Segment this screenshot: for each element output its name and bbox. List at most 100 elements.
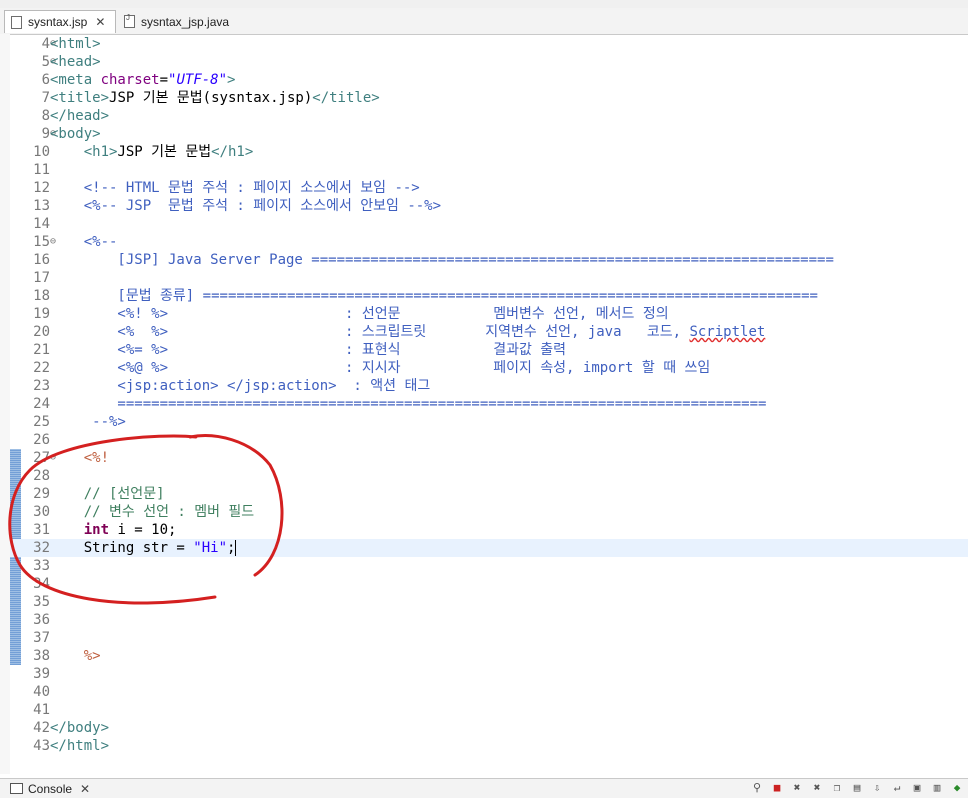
code-line[interactable]: 11 (10, 161, 968, 179)
code-text: <%-- (50, 233, 118, 251)
copy-icon[interactable]: ❐ (830, 781, 844, 795)
code-token: JSP 기본 문법 (117, 144, 212, 160)
code-editor[interactable]: 4 ⊖ <html> 5 ⊖ <head> 6 <meta charset="UTF-8"> 7… (10, 35, 968, 770)
code-line[interactable]: 22 <%@ %> : 지시자 페이지 속성, import 할 때 쓰임 (10, 359, 968, 377)
word-wrap-icon[interactable]: ↵ (890, 781, 904, 795)
code-line[interactable]: 24 =====================================… (10, 395, 968, 413)
code-token: int (83, 522, 110, 538)
code-line[interactable]: 16 [JSP] Java Server Page ==============… (10, 251, 968, 269)
code-line[interactable]: 7 <title>JSP 기본 문법(sysntax.jsp)</title> (10, 89, 968, 107)
show-console-icon[interactable]: ▣ (910, 781, 924, 795)
code-line[interactable]: 14 (10, 215, 968, 233)
code-line[interactable]: 10 <h1>JSP 기본 문법</h1> (10, 143, 968, 161)
code-text: <jsp:action> </jsp:action> : 액션 태그 (50, 377, 430, 395)
tab-sysntax-jsp[interactable]: sysntax.jsp ✕ (4, 10, 116, 33)
code-line[interactable]: 33 (10, 557, 968, 575)
code-line[interactable]: 35 (10, 593, 968, 611)
code-line[interactable]: 40 (10, 683, 968, 701)
line-number: 28 (33, 468, 50, 484)
line-number: 15 (33, 234, 50, 250)
line-number: 13 (33, 198, 50, 214)
code-line[interactable]: 9 ⊖ <body> (10, 125, 968, 143)
code-token: // [선언문] (50, 486, 165, 502)
code-line[interactable]: 25 --%> (10, 413, 968, 431)
code-line[interactable]: 29 // [선언문] (10, 485, 968, 503)
code-line[interactable]: 39 (10, 665, 968, 683)
line-number: 10 (33, 144, 50, 160)
line-number: 31 (33, 522, 50, 538)
scroll-lock-icon[interactable]: ⇩ (870, 781, 884, 795)
code-line[interactable]: 27 ⊖ <%! (10, 449, 968, 467)
code-token: <meta (50, 72, 101, 88)
line-number: 23 (33, 378, 50, 394)
code-text: <title>JSP 기본 문법(sysntax.jsp)</title> (50, 89, 380, 107)
code-line[interactable]: 21 <%= %> : 표현식 결과값 출력 (10, 341, 968, 359)
remove-all-icon[interactable]: ✖ (810, 781, 824, 795)
line-number: 16 (33, 252, 50, 268)
line-number: 19 (33, 306, 50, 322)
code-line[interactable]: 12 <!-- HTML 문법 주석 : 페이지 소스에서 보임 --> (10, 179, 968, 197)
code-text: <%! (50, 449, 109, 467)
code-token: ; (227, 540, 236, 556)
line-number: 9 (41, 126, 50, 142)
line-number: 33 (33, 558, 50, 574)
code-line[interactable]: 20 <% %> : 스크립트릿 지역변수 선언, java 코드, Scrip… (10, 323, 968, 341)
paste-icon[interactable]: ▤ (850, 781, 864, 795)
tab-sysntax-jsp-java[interactable]: sysntax_jsp.java (118, 10, 238, 33)
code-text: <%! %> : 선언문 멤버변수 선언, 메서드 정의 (50, 305, 668, 323)
code-line[interactable]: 5 ⊖ <head> (10, 53, 968, 71)
code-line[interactable]: 28 (10, 467, 968, 485)
code-token: <% %> : 스크립트릿 지역변수 선언, java 코드, (50, 324, 690, 340)
code-text: <h1>JSP 기본 문법</h1> (50, 143, 254, 161)
code-line[interactable]: 13 <%-- JSP 문법 주석 : 페이지 소스에서 안보임 --%> (10, 197, 968, 215)
line-number: 36 (33, 612, 50, 628)
line-number: 26 (33, 432, 50, 448)
code-line[interactable]: 37 (10, 629, 968, 647)
code-line[interactable]: 42 </body> (10, 719, 968, 737)
code-token: <!-- HTML 문법 주석 : 페이지 소스에서 보임 --> (83, 180, 420, 196)
code-line[interactable]: 17 (10, 269, 968, 287)
code-line[interactable]: 19 <%! %> : 선언문 멤버변수 선언, 메서드 정의 (10, 305, 968, 323)
code-line[interactable]: 34 (10, 575, 968, 593)
line-number: 35 (33, 594, 50, 610)
terminate-icon[interactable]: ■ (770, 781, 784, 795)
line-number: 25 (33, 414, 50, 430)
line-number: 24 (33, 396, 50, 412)
close-icon[interactable]: ✕ (80, 782, 90, 796)
code-line[interactable]: 15 ⊖ <%-- (10, 233, 968, 251)
code-line[interactable]: 30 // 변수 선언 : 멤버 필드 (10, 503, 968, 521)
bottom-panel-bar: Console ✕ ⚲ ■ ✖ ✖ ❐ ▤ ⇩ ↵ ▣ ▥ ◆ (0, 778, 968, 798)
code-line[interactable]: 26 (10, 431, 968, 449)
code-line[interactable]: 18 [문법 종류] =============================… (10, 287, 968, 305)
code-line[interactable]: 43 </html> (10, 737, 968, 755)
tab-console[interactable]: Console ✕ (10, 779, 90, 798)
open-console-icon[interactable]: ◆ (950, 781, 964, 795)
code-line[interactable]: 6 <meta charset="UTF-8"> (10, 71, 968, 89)
pin-icon[interactable]: ⚲ (750, 781, 764, 795)
code-text: <%@ %> : 지시자 페이지 속성, import 할 때 쓰임 (50, 359, 710, 377)
code-token: [문법 종류] ================================… (50, 288, 818, 304)
code-text: %> (50, 647, 101, 665)
code-line[interactable]: 32 String str = "Hi"; (10, 539, 968, 557)
line-number: 18 (33, 288, 50, 304)
display-selected-icon[interactable]: ▥ (930, 781, 944, 795)
line-number: 42 (33, 720, 50, 736)
console-icon (10, 783, 23, 794)
code-line[interactable]: 8 </head> (10, 107, 968, 125)
close-icon[interactable]: ✕ (95, 15, 105, 29)
code-line[interactable]: 36 (10, 611, 968, 629)
remove-launch-icon[interactable]: ✖ (790, 781, 804, 795)
code-line[interactable]: 23 <jsp:action> </jsp:action> : 액션 태그 (10, 377, 968, 395)
code-line[interactable]: 41 (10, 701, 968, 719)
code-line[interactable]: 31 int i = 10; (10, 521, 968, 539)
code-token: </head> (50, 108, 110, 124)
code-line[interactable]: 38 %> (10, 647, 968, 665)
code-token: // 변수 선언 : 멤버 필드 (50, 504, 255, 520)
code-token: <title> (50, 90, 110, 106)
code-token: String str = (50, 540, 194, 556)
code-line[interactable]: 4 ⊖ <html> (10, 35, 968, 53)
code-token: <head> (50, 54, 101, 70)
